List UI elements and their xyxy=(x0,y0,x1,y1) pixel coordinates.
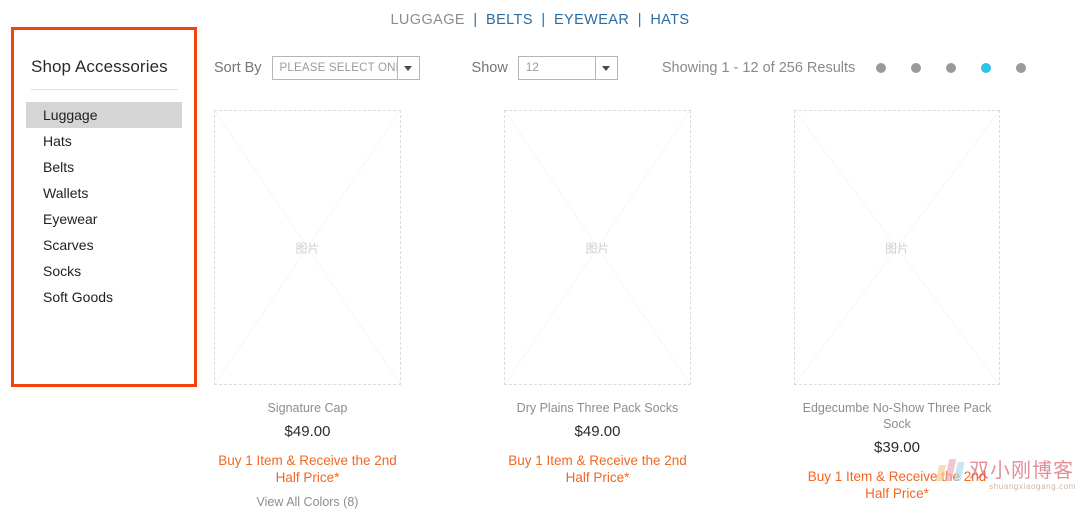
sidebar-divider xyxy=(31,89,178,90)
pagination-dot-3[interactable] xyxy=(946,63,957,73)
product-title[interactable]: Dry Plains Three Pack Socks xyxy=(504,400,691,416)
nav-item-eyewear[interactable]: EYEWEAR xyxy=(554,12,629,28)
sidebar-item-scarves[interactable]: Scarves xyxy=(26,232,182,258)
image-placeholder-label: 图片 xyxy=(585,241,610,255)
image-placeholder-label: 图片 xyxy=(295,241,320,255)
product-title[interactable]: Signature Cap xyxy=(214,400,401,416)
sidebar-title: Shop Accessories xyxy=(31,57,168,76)
chevron-down-icon[interactable] xyxy=(396,57,419,79)
show-label: Show xyxy=(471,60,508,76)
product-promo[interactable]: Buy 1 Item & Receive the 2nd Half Price* xyxy=(214,452,401,486)
product-promo[interactable]: Buy 1 Item & Receive the 2nd Half Price* xyxy=(794,468,1000,502)
image-placeholder-label: 图片 xyxy=(884,241,909,255)
pagination-dot-1[interactable] xyxy=(876,63,887,73)
show-count-select[interactable]: 12 xyxy=(517,56,618,80)
sidebar-category-list: Luggage Hats Belts Wallets Eyewear Scarv… xyxy=(14,102,194,310)
sort-by-label: Sort By xyxy=(214,60,262,76)
sidebar-item-socks[interactable]: Socks xyxy=(26,258,182,284)
shop-accessories-sidebar: Shop Accessories Luggage Hats Belts Wall… xyxy=(11,27,197,387)
pagination-dots xyxy=(876,63,1027,73)
pagination-dot-5[interactable] xyxy=(1016,63,1027,73)
nav-separator: | xyxy=(541,12,546,28)
sidebar-item-wallets[interactable]: Wallets xyxy=(26,180,182,206)
sidebar-item-luggage[interactable]: Luggage xyxy=(26,102,182,128)
product-card[interactable]: 图片 Dry Plains Three Pack Socks $49.00 Bu… xyxy=(504,110,691,511)
nav-item-luggage[interactable]: LUGGAGE xyxy=(390,12,465,28)
show-group: Show 12 xyxy=(472,56,618,80)
show-count-value: 12 xyxy=(525,62,540,74)
category-nav: LUGGAGE | BELTS | EYEWEAR | HATS xyxy=(0,12,1080,28)
nav-separator: | xyxy=(473,12,478,28)
view-all-colors-link[interactable]: View All Colors (8) xyxy=(214,495,401,509)
product-image-placeholder[interactable]: 图片 xyxy=(794,110,1000,385)
results-group: Showing 1 - 12 of 256 Results xyxy=(661,60,1027,76)
product-promo[interactable]: Buy 1 Item & Receive the 2nd Half Price* xyxy=(504,452,691,486)
product-image-placeholder[interactable]: 图片 xyxy=(504,110,691,385)
sidebar-item-soft-goods[interactable]: Soft Goods xyxy=(26,284,182,310)
product-grid: 图片 Signature Cap $49.00 Buy 1 Item & Rec… xyxy=(214,110,1000,511)
nav-item-hats[interactable]: HATS xyxy=(650,12,689,28)
product-card[interactable]: 图片 Signature Cap $49.00 Buy 1 Item & Rec… xyxy=(214,110,401,511)
results-count-text: Showing 1 - 12 of 256 Results xyxy=(661,60,856,76)
product-image-placeholder[interactable]: 图片 xyxy=(214,110,401,385)
product-card[interactable]: 图片 Edgecumbe No-Show Three Pack Sock $39… xyxy=(794,110,1000,511)
product-list-toolbar: Sort By PLEASE SELECT ONE Show 12 Showin… xyxy=(214,56,1027,80)
sidebar-item-hats[interactable]: Hats xyxy=(26,128,182,154)
nav-separator: | xyxy=(637,12,642,28)
product-price: $49.00 xyxy=(284,423,331,440)
product-price: $39.00 xyxy=(874,439,920,456)
sort-by-value: PLEASE SELECT ONE xyxy=(279,62,404,74)
nav-item-belts[interactable]: BELTS xyxy=(486,12,533,28)
pagination-dot-2[interactable] xyxy=(911,63,922,73)
pagination-dot-4[interactable] xyxy=(981,63,992,73)
sidebar-item-eyewear[interactable]: Eyewear xyxy=(26,206,182,232)
sidebar-item-belts[interactable]: Belts xyxy=(26,154,182,180)
chevron-down-icon[interactable] xyxy=(594,57,617,79)
product-price: $49.00 xyxy=(574,423,621,440)
sort-by-select[interactable]: PLEASE SELECT ONE xyxy=(271,56,420,80)
product-title[interactable]: Edgecumbe No-Show Three Pack Sock xyxy=(794,400,1000,432)
